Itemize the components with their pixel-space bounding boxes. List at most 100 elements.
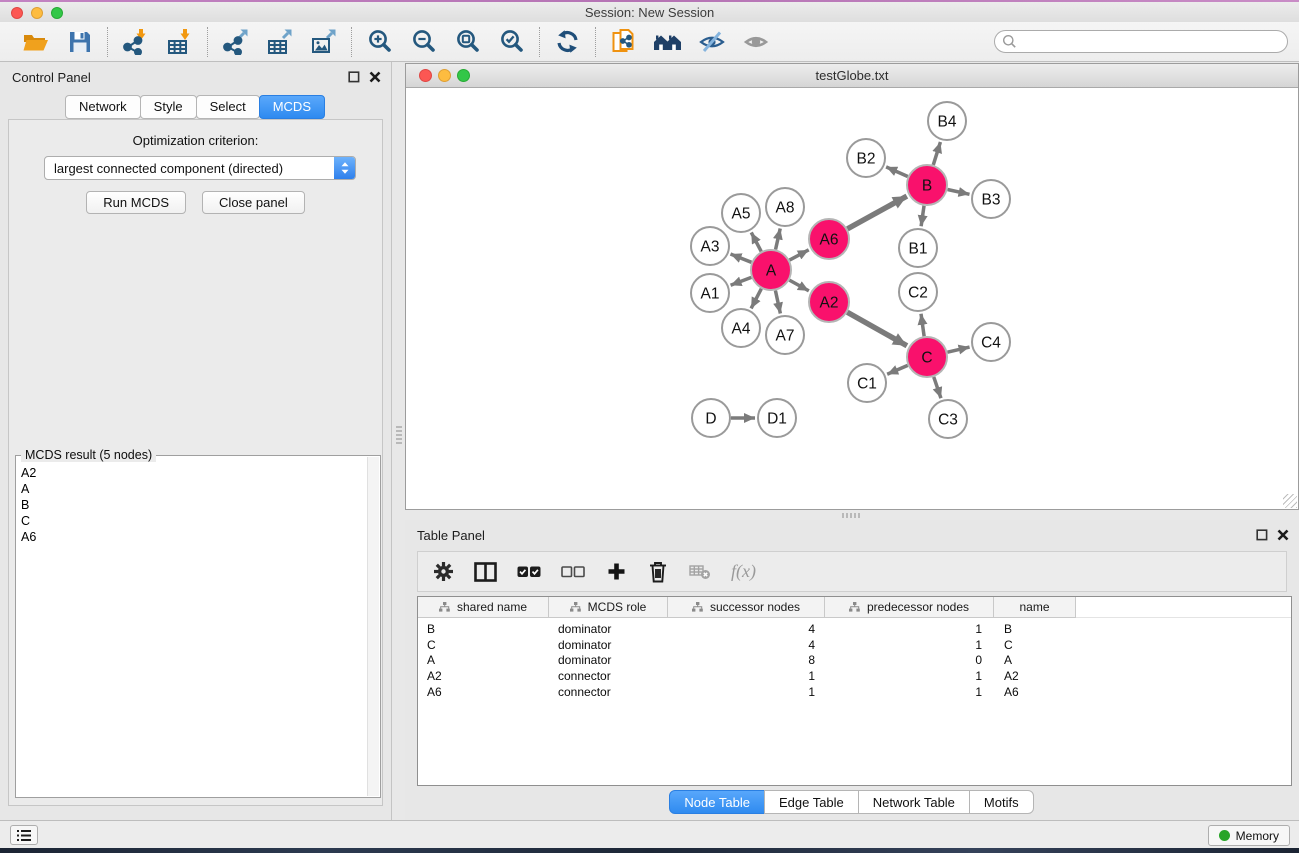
result-item[interactable]: B xyxy=(21,497,366,513)
graph-edge-C-C3[interactable] xyxy=(934,377,941,398)
create-column-icon[interactable] xyxy=(605,560,627,584)
save-session-icon[interactable] xyxy=(65,27,94,56)
graph-node-A6[interactable]: A6 xyxy=(809,219,849,259)
graph-node-A7[interactable]: A7 xyxy=(766,316,804,354)
graph-edge-A-A1[interactable] xyxy=(731,277,752,285)
graph-edge-A-A7[interactable] xyxy=(775,291,780,314)
tab-network[interactable]: Network xyxy=(65,95,141,119)
memory-button[interactable]: Memory xyxy=(1208,825,1290,846)
run-mcds-button[interactable]: Run MCDS xyxy=(86,191,186,214)
table-row[interactable]: A6connector11A6 xyxy=(418,684,1291,700)
split-table-icon[interactable] xyxy=(474,560,497,584)
graph-edge-A-A5[interactable] xyxy=(751,232,761,251)
graph-node-B3[interactable]: B3 xyxy=(972,180,1010,218)
import-network-icon[interactable] xyxy=(121,27,150,56)
table-row[interactable]: A2connector11A2 xyxy=(418,668,1291,684)
tab-edge-table[interactable]: Edge Table xyxy=(764,790,859,814)
graph-edge-A-A8[interactable] xyxy=(776,228,781,249)
import-table-icon[interactable] xyxy=(165,27,194,56)
column-header-name[interactable]: name xyxy=(994,597,1076,618)
export-table-icon[interactable] xyxy=(265,27,294,56)
graph-edge-B-B3[interactable] xyxy=(948,189,970,194)
graph-node-C[interactable]: C xyxy=(907,337,947,377)
graph-node-A[interactable]: A xyxy=(751,250,791,290)
select-all-columns-icon[interactable] xyxy=(517,560,541,584)
search-input[interactable] xyxy=(1017,33,1287,51)
result-item[interactable]: A xyxy=(21,481,366,497)
deselect-all-columns-icon[interactable] xyxy=(561,560,585,584)
result-item[interactable]: A6 xyxy=(21,529,366,545)
graph-node-D1[interactable]: D1 xyxy=(758,399,796,437)
search-field[interactable] xyxy=(994,30,1288,53)
graph-node-A4[interactable]: A4 xyxy=(722,309,760,347)
task-history-button[interactable] xyxy=(10,825,38,845)
main-titlebar[interactable]: Session: New Session xyxy=(0,2,1299,22)
export-network-icon[interactable] xyxy=(221,27,250,56)
column-header-successor-nodes[interactable]: successor nodes xyxy=(668,597,825,618)
show-graphics-details-icon[interactable] xyxy=(741,27,770,56)
table-row[interactable]: Bdominator41B xyxy=(418,621,1291,637)
column-header-predecessor-nodes[interactable]: predecessor nodes xyxy=(825,597,994,618)
graph-edge-A2-C[interactable] xyxy=(847,312,907,345)
tab-style[interactable]: Style xyxy=(140,95,197,119)
graph-edge-B-B1[interactable] xyxy=(921,206,924,226)
tab-network-table[interactable]: Network Table xyxy=(858,790,970,814)
graph-node-B[interactable]: B xyxy=(907,165,947,205)
graph-node-C4[interactable]: C4 xyxy=(972,323,1010,361)
column-header-mcds-role[interactable]: MCDS role xyxy=(549,597,668,618)
graph-node-A8[interactable]: A8 xyxy=(766,188,804,226)
column-header-shared-name[interactable]: shared name xyxy=(418,597,549,618)
graph-edge-C-C4[interactable] xyxy=(947,347,969,352)
graph-node-C3[interactable]: C3 xyxy=(929,400,967,438)
graph-node-B4[interactable]: B4 xyxy=(928,102,966,140)
column-settings-icon[interactable] xyxy=(432,560,454,584)
home-icon[interactable] xyxy=(653,27,682,56)
graph-node-B2[interactable]: B2 xyxy=(847,139,885,177)
graph-node-A1[interactable]: A1 xyxy=(691,274,729,312)
table-row[interactable]: Cdominator41C xyxy=(418,637,1291,653)
network-canvas[interactable]: AA1A2A3A4A5A6A7A8BB1B2B3B4CC1C2C3C4DD1 xyxy=(406,89,1298,509)
zoom-selected-icon[interactable] xyxy=(497,27,526,56)
apply-function-icon[interactable]: f(x) xyxy=(731,560,756,584)
zoom-fit-icon[interactable] xyxy=(453,27,482,56)
graph-edge-B-B2[interactable] xyxy=(886,167,908,177)
result-item[interactable]: A2 xyxy=(21,465,366,481)
window-resize-grip[interactable] xyxy=(1283,494,1297,508)
hide-graphics-details-icon[interactable] xyxy=(697,27,726,56)
refresh-icon[interactable] xyxy=(553,27,582,56)
close-panel-icon[interactable] xyxy=(369,71,381,83)
delete-table-icon[interactable] xyxy=(689,560,711,584)
table-row[interactable]: Adominator80A xyxy=(418,652,1291,668)
tab-motifs[interactable]: Motifs xyxy=(969,790,1034,814)
tab-mcds[interactable]: MCDS xyxy=(259,95,325,119)
close-table-panel-icon[interactable] xyxy=(1277,529,1289,541)
graph-edge-C-C1[interactable] xyxy=(887,365,908,374)
zoom-out-icon[interactable] xyxy=(409,27,438,56)
node-table[interactable]: shared nameMCDS rolesuccessor nodesprede… xyxy=(417,596,1292,786)
float-panel-icon[interactable] xyxy=(348,71,360,83)
criterion-dropdown[interactable]: largest connected component (directed) xyxy=(44,156,356,180)
graph-node-C2[interactable]: C2 xyxy=(899,273,937,311)
result-scrollbar[interactable] xyxy=(367,457,379,796)
graph-node-A3[interactable]: A3 xyxy=(691,227,729,265)
export-image-icon[interactable] xyxy=(309,27,338,56)
result-item[interactable]: C xyxy=(21,513,366,529)
delete-column-icon[interactable] xyxy=(647,560,669,584)
graph-node-A2[interactable]: A2 xyxy=(809,282,849,322)
graph-node-C1[interactable]: C1 xyxy=(848,364,886,402)
graph-node-B1[interactable]: B1 xyxy=(899,229,937,267)
graph-edge-A-A3[interactable] xyxy=(730,254,751,262)
horizontal-splitter-handle[interactable] xyxy=(842,513,860,518)
graph-edge-A-A6[interactable] xyxy=(790,250,809,260)
open-session-icon[interactable] xyxy=(21,27,50,56)
new-network-from-selection-icon[interactable] xyxy=(609,27,638,56)
close-panel-button[interactable]: Close panel xyxy=(202,191,305,214)
graph-edge-A6-B[interactable] xyxy=(847,196,906,229)
tab-node-table[interactable]: Node Table xyxy=(669,790,765,814)
graph-edge-A-A2[interactable] xyxy=(789,280,808,291)
graph-node-A5[interactable]: A5 xyxy=(722,194,760,232)
float-table-panel-icon[interactable] xyxy=(1256,529,1268,541)
zoom-in-icon[interactable] xyxy=(365,27,394,56)
graph-edge-B-B4[interactable] xyxy=(933,142,940,165)
graph-edge-A-A4[interactable] xyxy=(751,289,761,309)
